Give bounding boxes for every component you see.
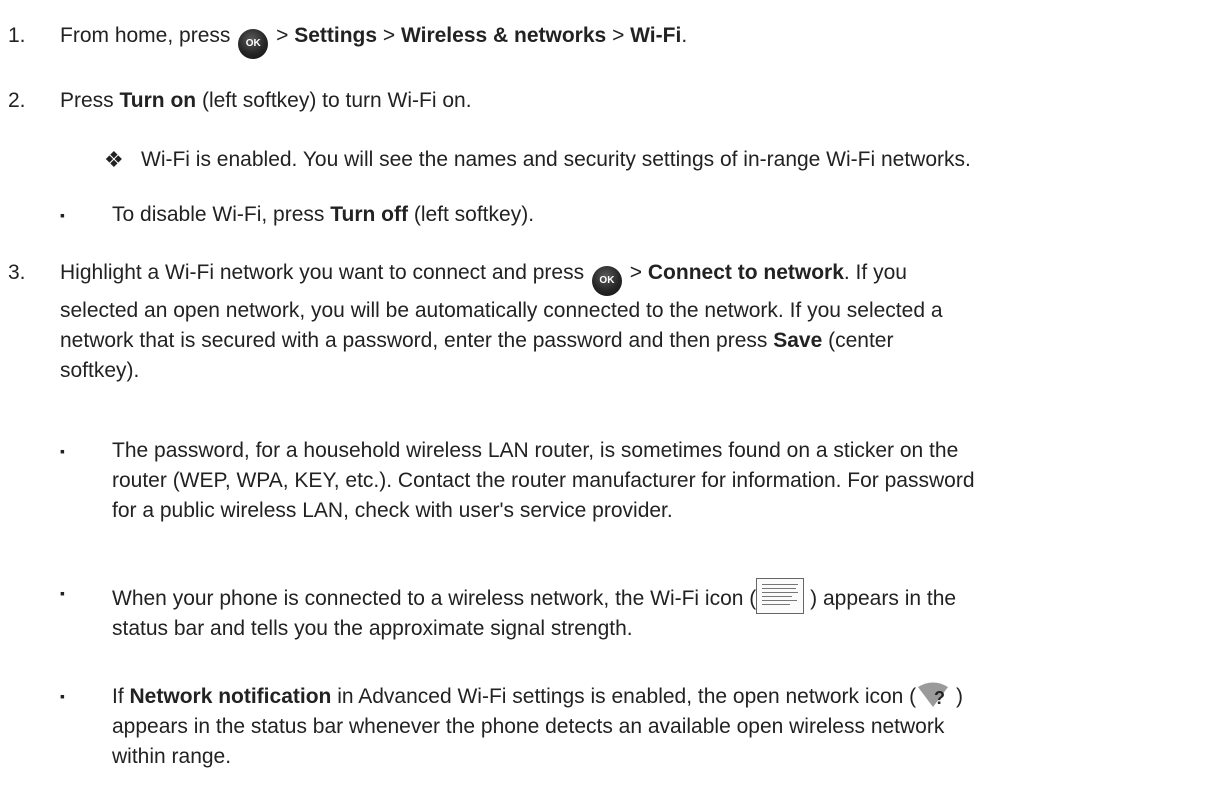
step-number: 3. [8, 261, 26, 284]
note-text-part: If [112, 685, 124, 708]
note-line: router (WEP, WPA, KEY, etc.). Contact th… [112, 469, 975, 492]
note-text-part: in Advanced Wi-Fi settings is enabled, t… [337, 685, 917, 708]
punctuation: . [681, 24, 688, 47]
square-bullet-icon: ▪ [60, 443, 65, 459]
step-line: selected an open network, you will be au… [60, 299, 943, 322]
menu-wifi: Wi-Fi [630, 24, 682, 47]
separator: > [629, 261, 643, 284]
note-line: If Network notification in Advanced Wi-F… [112, 681, 1170, 712]
menu-connect-to-network: Connect to network [647, 261, 844, 284]
svg-text:?: ? [934, 688, 945, 708]
softkey-turn-off: Turn off [330, 203, 408, 226]
note-text-part: ) [956, 685, 964, 708]
square-bullet-icon: ▪ [60, 585, 65, 601]
note-line: When your phone is connected to a wirele… [112, 578, 1170, 614]
square-bullet-icon: ▪ [60, 207, 65, 223]
wifi-connected-icon [756, 578, 805, 614]
note-text: The password, for a household wireless L… [112, 436, 1170, 526]
instruction-document: 1. From home, press OK > Settings > Wire… [0, 0, 1226, 810]
note-line: The password, for a household wireless L… [112, 439, 959, 462]
note-text-part: (left softkey). [413, 203, 535, 226]
softkey-turn-on: Turn on [119, 89, 197, 112]
result-text: Wi-Fi is enabled. You will see the names… [141, 148, 971, 171]
note-text-part: When your phone is connected to a wirele… [112, 587, 757, 610]
separator: > [612, 24, 625, 47]
diamond-bullet-icon: ❖ [104, 147, 124, 172]
ok-button-icon: OK [591, 266, 622, 296]
step-text-part: From home, press [60, 24, 231, 47]
note-line: appears in the status bar whenever the p… [112, 715, 945, 738]
step-text-part: (center [828, 329, 894, 352]
note-text-part: To disable Wi-Fi, press [112, 203, 325, 226]
softkey-save: Save [773, 329, 823, 352]
step-number: 1. [8, 24, 26, 47]
ok-button-icon: OK [238, 29, 269, 59]
note-text: If Network notification in Advanced Wi-F… [112, 681, 1170, 772]
separator: > [382, 24, 396, 47]
note-text: To disable Wi-Fi, press Turn off (left s… [112, 200, 1170, 230]
note-line: within range. [112, 745, 232, 768]
step-text: From home, press OK > Settings > Wireles… [60, 21, 1208, 59]
square-bullet-icon: ▪ [60, 688, 65, 704]
step-text-part: . If you [843, 261, 907, 284]
separator: > [276, 24, 289, 47]
note-text-part: ) appears in the [810, 587, 957, 610]
note-text: When your phone is connected to a wirele… [112, 578, 1170, 644]
note-line: status bar and tells you the approximate… [112, 617, 633, 640]
setting-network-notification: Network notification [129, 685, 332, 708]
note-line: for a public wireless LAN, check with us… [112, 499, 673, 522]
open-network-icon: ? [918, 682, 949, 708]
menu-settings: Settings [294, 24, 378, 47]
step-number: 2. [8, 89, 26, 112]
step-text: Press Turn on (left softkey) to turn Wi-… [60, 86, 1208, 116]
step-line: softkey). [60, 359, 140, 382]
step-text-part: Press [60, 89, 114, 112]
step-text-part: network that is secured with a password,… [60, 329, 768, 352]
menu-wireless-networks: Wireless & networks [400, 24, 607, 47]
step-line: Highlight a Wi-Fi network you want to co… [60, 258, 1208, 296]
step-text-part: Highlight a Wi-Fi network you want to co… [60, 261, 585, 284]
step-text-part: (left softkey) to turn Wi-Fi on. [201, 89, 472, 112]
step-line: network that is secured with a password,… [60, 326, 1208, 356]
step-text: Highlight a Wi-Fi network you want to co… [60, 258, 1208, 386]
